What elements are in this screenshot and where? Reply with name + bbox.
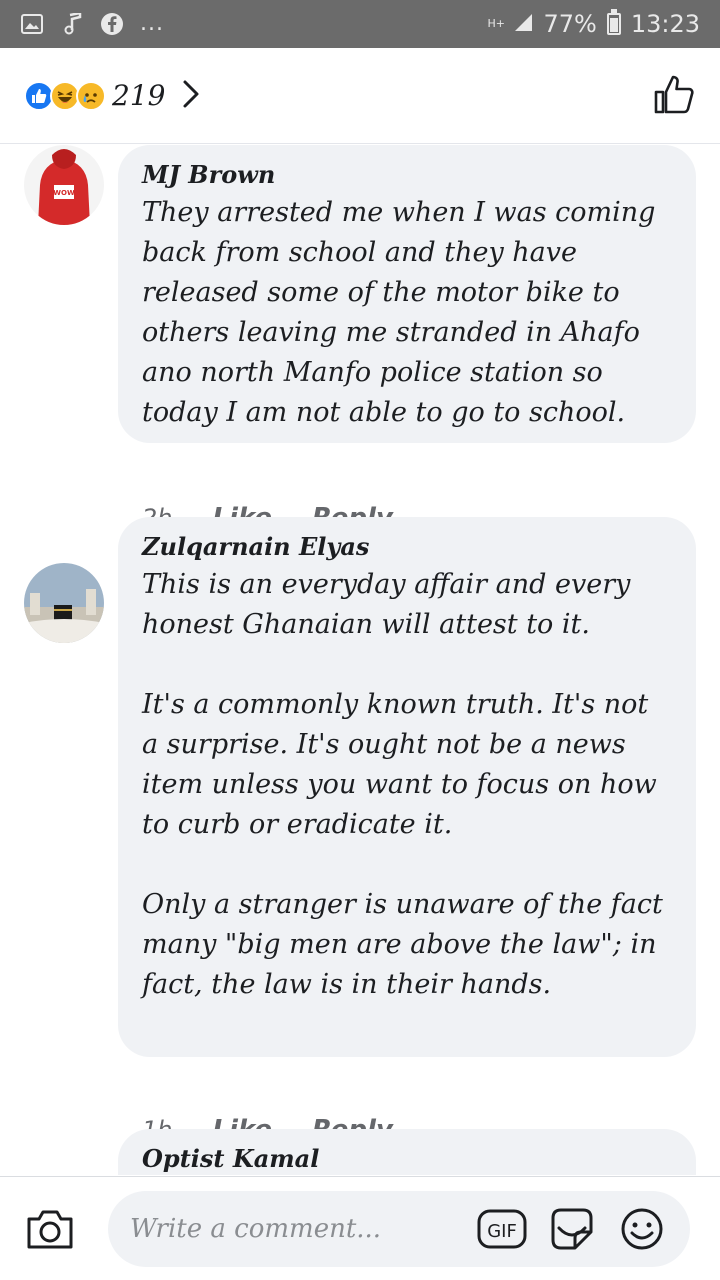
gallery-icon [20, 12, 44, 36]
chevron-right-icon[interactable] [181, 78, 201, 114]
facebook-icon [100, 12, 124, 36]
more-notifications: ... [140, 11, 164, 36]
comment-text: They arrested me when I was coming back … [142, 193, 672, 433]
like-post-button[interactable] [652, 72, 696, 120]
camera-button[interactable] [22, 1201, 78, 1257]
comment-paragraph: It's a commonly known truth. It's not a … [142, 689, 657, 840]
emoji-button[interactable] [616, 1203, 668, 1255]
comment-composer: GIF [0, 1176, 720, 1280]
sad-reaction-icon [76, 80, 106, 111]
signal-icon [513, 10, 533, 38]
avatar[interactable]: WOW [24, 145, 104, 225]
svg-text:WOW: WOW [53, 189, 75, 197]
reaction-count[interactable]: 219 [112, 79, 165, 112]
reactions-header[interactable]: 219 [0, 48, 720, 144]
gif-button[interactable]: GIF [476, 1203, 528, 1255]
comment-bubble[interactable]: MJ Brown They arrested me when I was com… [118, 145, 696, 443]
battery-percent: 77% [543, 10, 597, 38]
battery-icon [606, 9, 621, 35]
comment-paragraph: This is an everyday affair and every hon… [142, 569, 631, 640]
camera-icon [27, 1210, 73, 1248]
reaction-icons[interactable] [24, 80, 106, 111]
comment-author[interactable]: MJ Brown [142, 157, 672, 193]
comment-paragraph: Only a stranger is unaware of the fact m… [142, 889, 663, 1000]
comment-input-wrapper[interactable]: GIF [108, 1190, 690, 1267]
status-bar: ... H+ 77% 13:23 [0, 0, 720, 48]
music-note-icon [60, 12, 84, 36]
battery-level [609, 18, 618, 32]
gif-label: GIF [487, 1221, 517, 1242]
comment-bubble[interactable]: Zulqarnain Elyas This is an everyday aff… [118, 517, 696, 1057]
comment-paragraph: They arrested me when I was coming back … [142, 197, 656, 428]
comment-text: This is an everyday affair and every hon… [142, 565, 672, 1005]
comments-sheet: 219 WOW MJ Brown They arrested me when I… [0, 48, 720, 1280]
comment-author[interactable]: Optist Kamal [142, 1141, 672, 1175]
avatar[interactable] [24, 563, 104, 643]
comment-author[interactable]: Zulqarnain Elyas [142, 529, 672, 565]
comments-list: WOW MJ Brown They arrested me when I was… [0, 145, 720, 1175]
emoji-icon [621, 1208, 663, 1249]
comment-input[interactable] [130, 1213, 458, 1244]
sticker-button[interactable] [546, 1203, 598, 1255]
comment-bubble[interactable]: Optist Kamal [118, 1129, 696, 1175]
gif-icon: GIF [477, 1209, 527, 1248]
sticker-icon [551, 1208, 593, 1249]
thumbs-up-icon [654, 75, 694, 113]
clock: 13:23 [630, 10, 700, 38]
network-type: H+ [487, 17, 505, 30]
